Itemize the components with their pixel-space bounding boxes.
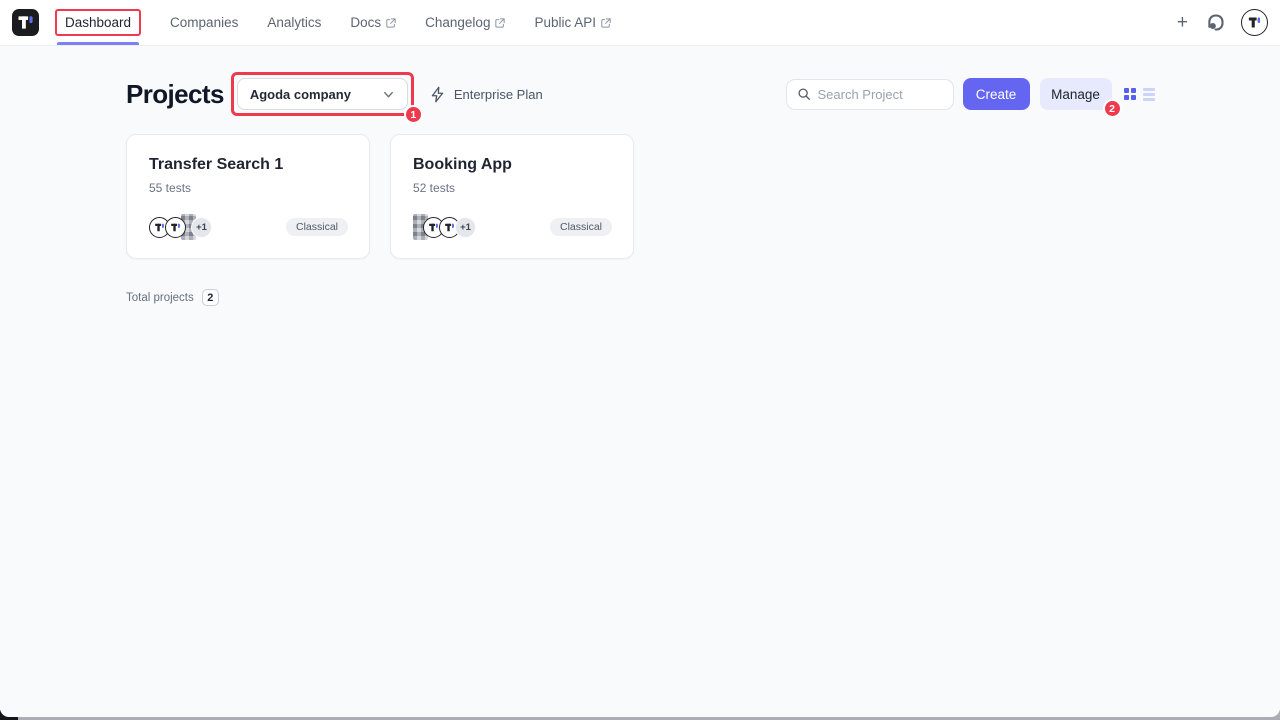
brand-logo-icon xyxy=(15,12,36,33)
lightning-icon xyxy=(429,86,446,103)
nav-item-dashboard[interactable]: Dashboard xyxy=(55,0,141,45)
grid-view-icon[interactable] xyxy=(1124,88,1137,101)
active-tab-underline xyxy=(57,42,139,45)
more-members-badge: +1 xyxy=(455,217,476,238)
search-icon xyxy=(797,87,811,101)
external-link-icon xyxy=(601,18,611,28)
member-avatars: +1 xyxy=(413,214,476,240)
topbar-right-cluster: + xyxy=(1175,9,1268,36)
projects-page: Projects Agoda company 1 Enterprise Plan xyxy=(0,46,1280,306)
project-tests-count: 52 tests xyxy=(413,181,612,195)
nav-item-companies[interactable]: Companies xyxy=(170,0,238,45)
total-projects-row: Total projects 2 xyxy=(126,289,1155,306)
card-bottom-row: +1 Classical xyxy=(149,214,348,240)
main-nav: Dashboard Companies Analytics Docs xyxy=(55,0,611,45)
chevron-down-icon xyxy=(382,88,395,101)
annotation-step-badge-1: 1 xyxy=(404,105,423,124)
external-link-icon xyxy=(495,18,505,28)
create-button[interactable]: Create xyxy=(963,78,1030,110)
annotation-step-badge-2: 2 xyxy=(1103,99,1122,118)
more-members-badge: +1 xyxy=(191,217,212,238)
total-projects-label: Total projects xyxy=(126,292,194,304)
top-navigation-bar: Dashboard Companies Analytics Docs xyxy=(0,0,1280,46)
member-avatars: +1 xyxy=(149,214,212,240)
list-view-icon[interactable] xyxy=(1143,88,1155,101)
manage-button[interactable]: Manage xyxy=(1040,78,1112,110)
nav-item-public-api[interactable]: Public API xyxy=(534,0,611,45)
brand-logo[interactable] xyxy=(12,9,39,36)
nav-item-changelog[interactable]: Changelog xyxy=(425,0,505,45)
nav-item-docs[interactable]: Docs xyxy=(350,0,396,45)
card-bottom-row: +1 Classical xyxy=(413,214,612,240)
screen: Dashboard Companies Analytics Docs xyxy=(0,0,1280,720)
project-name: Booking App xyxy=(413,156,612,174)
company-selector[interactable]: Agoda company xyxy=(237,78,408,110)
projects-header-row: Projects Agoda company 1 Enterprise Plan xyxy=(126,72,1155,116)
nav-label: Analytics xyxy=(267,15,321,30)
project-card-transfer-search-1[interactable]: Transfer Search 1 55 tests +1 xyxy=(126,134,370,259)
project-type-badge: Classical xyxy=(286,218,348,236)
external-link-icon xyxy=(386,18,396,28)
search-project-input[interactable] xyxy=(818,87,928,102)
project-cards: Transfer Search 1 55 tests +1 xyxy=(126,134,1155,259)
nav-item-analytics[interactable]: Analytics xyxy=(267,0,321,45)
total-projects-count: 2 xyxy=(202,289,219,306)
page-title: Projects xyxy=(126,79,224,110)
project-tests-count: 55 tests xyxy=(149,181,348,195)
nav-label: Companies xyxy=(170,15,238,30)
news-feed-icon[interactable] xyxy=(1205,12,1226,33)
project-name: Transfer Search 1 xyxy=(149,156,348,174)
avatar-logo-icon xyxy=(1246,14,1263,31)
search-project-box xyxy=(786,79,954,110)
add-icon[interactable]: + xyxy=(1175,13,1190,32)
plan-label: Enterprise Plan xyxy=(454,87,543,102)
nav-label: Public API xyxy=(534,15,596,30)
app-window: Dashboard Companies Analytics Docs xyxy=(0,0,1280,717)
manage-button-wrap: Manage 2 xyxy=(1040,78,1112,110)
nav-label: Docs xyxy=(350,15,381,30)
nav-label: Dashboard xyxy=(65,15,131,30)
project-type-badge: Classical xyxy=(550,218,612,236)
user-avatar[interactable] xyxy=(1241,9,1268,36)
header-actions: Create Manage 2 xyxy=(786,78,1156,110)
plan-info: Enterprise Plan xyxy=(429,86,543,103)
annotation-box-dashboard: Dashboard xyxy=(55,9,141,36)
member-avatar-logo xyxy=(165,217,186,238)
annotation-box-company-selector: Agoda company 1 xyxy=(231,72,414,116)
view-toggles xyxy=(1124,88,1156,101)
project-card-booking-app[interactable]: Booking App 52 tests +1 xyxy=(390,134,634,259)
avatar-logo-icon xyxy=(169,221,182,234)
nav-label: Changelog xyxy=(425,15,490,30)
company-selector-value: Agoda company xyxy=(250,87,351,102)
